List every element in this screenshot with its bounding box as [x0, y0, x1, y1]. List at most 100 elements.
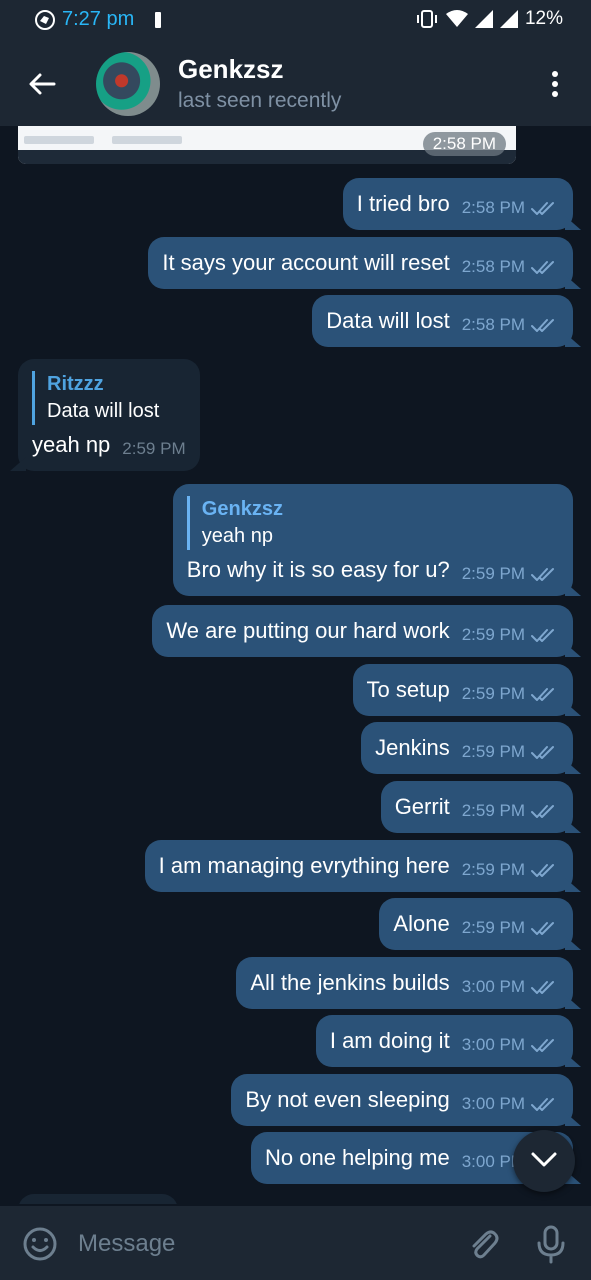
microphone-icon[interactable]: [534, 1224, 568, 1264]
message-time: 2:59 PM: [461, 564, 525, 583]
outgoing-message[interactable]: Genkzsz yeah np Bro why it is so easy for …: [172, 484, 573, 596]
wifi-icon: [445, 10, 468, 27]
reply-quote[interactable]: Genkzsz yeah np: [186, 496, 559, 550]
outgoing-message[interactable]: To setup 2:59 PM: [352, 664, 573, 716]
emoji-icon[interactable]: [22, 1226, 58, 1262]
double-check-icon: [531, 629, 554, 642]
message-time: 2:59 PM: [461, 625, 525, 644]
contact-status: last seen recently: [178, 89, 342, 112]
message-meta: 2:58 PM: [462, 253, 559, 281]
more-options-icon[interactable]: [545, 68, 565, 100]
message-text: Alone: [393, 911, 450, 936]
signal-icon-2: [499, 10, 518, 28]
message-time: 2:58 PM: [461, 315, 525, 334]
message-time: 2:59 PM: [461, 742, 525, 761]
image-content: [24, 136, 182, 148]
message-time: 3:00 PM: [461, 1094, 525, 1113]
message-text: It says your account will reset: [162, 250, 450, 275]
notification-app-icon: [35, 9, 55, 30]
message-meta: 2:58 PM: [462, 311, 559, 339]
composer: [0, 1206, 591, 1280]
double-check-icon: [531, 1098, 554, 1111]
scroll-down-button[interactable]: [513, 1130, 575, 1192]
double-check-icon: [531, 1039, 554, 1052]
message-meta: 2:58 PM: [462, 194, 559, 222]
image-message[interactable]: 2:58 PM: [18, 126, 516, 164]
message-text: I am managing evrything here: [158, 853, 450, 878]
message-text: I tried bro: [356, 191, 450, 216]
image-time: 2:58 PM: [422, 132, 506, 156]
vibrate-icon: [416, 10, 437, 28]
outgoing-message[interactable]: All the jenkins builds 3:00 PM: [236, 957, 573, 1009]
attach-icon[interactable]: [466, 1226, 500, 1262]
message-list[interactable]: 2:58 PM I tried bro 2:58 PM It says your a…: [0, 126, 591, 1204]
message-meta: 3:00 PM: [462, 1031, 559, 1059]
message-time: 2:58 PM: [461, 257, 525, 276]
message-text: Data will lost: [326, 308, 450, 333]
message-text: No one helping me: [265, 1145, 450, 1170]
double-check-icon: [531, 261, 554, 274]
status-bar: 7:27 pm 12%: [0, 0, 591, 42]
double-check-icon: [531, 319, 554, 332]
double-check-icon: [531, 864, 554, 877]
double-check-icon: [531, 981, 554, 994]
outgoing-message[interactable]: I am managing evrything here 2:59 PM: [144, 840, 573, 892]
reply-text: yeah np: [201, 525, 273, 547]
status-left: 7:27 pm: [34, 8, 164, 31]
message-time: 2:59 PM: [461, 918, 525, 937]
reply-quote[interactable]: Ritzzz Data will lost: [32, 371, 186, 425]
message-input[interactable]: [78, 1228, 438, 1260]
avatar[interactable]: [96, 52, 160, 116]
message-time: 2:59 PM: [461, 860, 525, 879]
message-text: All the jenkins builds: [250, 970, 450, 995]
outgoing-message[interactable]: It says your account will reset 2:58 PM: [148, 237, 573, 289]
outgoing-message[interactable]: Gerrit 2:59 PM: [380, 781, 573, 833]
reply-author: Ritzzz: [47, 373, 104, 395]
message-text: To setup: [366, 677, 450, 702]
battery-saver-icon: [155, 11, 162, 28]
incoming-message[interactable]: Ritzzz Data will lost yeah np 2:59 PM: [18, 359, 200, 471]
message-time: 2:59 PM: [461, 684, 525, 703]
outgoing-message[interactable]: Alone 2:59 PM: [379, 898, 573, 950]
back-arrow-icon[interactable]: [26, 68, 58, 100]
message-meta: 2:59 PM: [462, 560, 559, 588]
signal-icon: [474, 10, 493, 28]
message-text: Bro why it is so easy for u?: [186, 557, 450, 582]
message-meta: 2:59 PM: [122, 435, 185, 463]
message-meta: 2:59 PM: [462, 621, 559, 649]
message-meta: 2:59 PM: [462, 797, 559, 825]
message-text: yeah np: [32, 432, 111, 457]
outgoing-message[interactable]: We are putting our hard work 2:59 PM: [152, 605, 573, 657]
message-meta: 2:59 PM: [462, 856, 559, 884]
double-check-icon: [531, 922, 554, 935]
message-meta: 2:59 PM: [462, 914, 559, 942]
double-check-icon: [531, 568, 554, 581]
reply-author: Genkzsz: [201, 498, 283, 520]
message-meta: 3:00 PM: [462, 973, 559, 1001]
battery-level: 12%: [524, 8, 563, 29]
message-meta: 2:59 PM: [462, 738, 559, 766]
double-check-icon: [531, 202, 554, 215]
status-time: 7:27 pm: [62, 8, 135, 30]
outgoing-message[interactable]: Jenkins 2:59 PM: [361, 722, 573, 774]
status-right: 12%: [415, 8, 563, 30]
double-check-icon: [531, 805, 554, 818]
message-text: I am doing it: [329, 1028, 450, 1053]
chat-header: Genkzsz last seen recently: [0, 42, 591, 126]
contact-name[interactable]: Genkzsz: [178, 54, 284, 85]
message-meta: 3:00 PM: [462, 1090, 559, 1118]
partial-incoming-bubble: [18, 1194, 178, 1204]
outgoing-message[interactable]: By not even sleeping 3:00 PM: [231, 1074, 573, 1126]
message-text: We are putting our hard work: [166, 618, 450, 643]
outgoing-message[interactable]: I am doing it 3:00 PM: [315, 1015, 573, 1067]
message-text: Gerrit: [394, 794, 450, 819]
message-text: Jenkins: [375, 735, 450, 760]
message-time: 2:58 PM: [461, 198, 525, 217]
message-text: By not even sleeping: [245, 1087, 450, 1112]
outgoing-message[interactable]: I tried bro 2:58 PM: [342, 178, 573, 230]
message-meta: 2:59 PM: [462, 680, 559, 708]
double-check-icon: [531, 746, 554, 759]
reply-text: Data will lost: [47, 400, 160, 422]
message-time: 3:00 PM: [461, 1035, 525, 1054]
outgoing-message[interactable]: Data will lost 2:58 PM: [312, 295, 573, 347]
